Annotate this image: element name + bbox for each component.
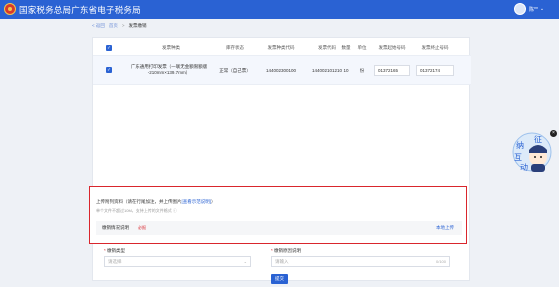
breadcrumb-separator: > bbox=[121, 23, 125, 28]
col-invoice-kind: 发票种类 bbox=[162, 45, 180, 50]
char-counter: 0/100 bbox=[435, 259, 446, 264]
col-start-no: 发票起始号码 bbox=[378, 45, 406, 50]
col-unit: 单位 bbox=[357, 45, 367, 50]
assistant-char-2: 纳 bbox=[516, 140, 524, 150]
col-end-no: 发票终止号码 bbox=[421, 45, 449, 50]
upload-title-suffix: ） bbox=[211, 199, 216, 204]
upload-hint: 单个文件不超过10M，支持上传的文件格式 ⓘ bbox=[96, 208, 177, 214]
assistant-char-4: 动 bbox=[520, 162, 528, 172]
upload-attachments-section: 上传附列资料（请在行尾加注，并上传图片[查看示范说明]） 单个文件不超过10M，… bbox=[89, 186, 467, 244]
tax-assistant-widget[interactable]: 征 纳 互 动 bbox=[510, 130, 554, 174]
cancel-reason-label: * 缴销原因说明 bbox=[271, 248, 301, 254]
quantity: 10 bbox=[343, 68, 349, 73]
invoice-cancel-card: ✓ 发票种类 库存状态 发票种类代码 发票代码 数量 单位 发票起始号码 发票终… bbox=[92, 37, 471, 281]
required-mark: * bbox=[271, 248, 273, 253]
col-stock-status: 库存状态 bbox=[226, 45, 244, 50]
tax-emblem-icon bbox=[4, 3, 16, 15]
upload-title: 上传附列资料（请在行尾加注，并上传图片[查看示范说明]） bbox=[96, 199, 216, 205]
user-avatar-icon[interactable] bbox=[514, 3, 526, 15]
local-upload-button[interactable]: 本地上传 bbox=[436, 225, 454, 231]
end-number-input[interactable]: 01372174 bbox=[416, 65, 454, 76]
example-link[interactable]: [查看示范说明] bbox=[182, 199, 212, 204]
select-all-checkbox[interactable]: ✓ bbox=[106, 45, 112, 51]
table-header: ✓ 发票种类 库存状态 发票种类代码 发票代码 数量 单位 发票起始号码 发票终… bbox=[93, 41, 471, 55]
breadcrumb: < 返回 首页 > 发票缴销 bbox=[92, 23, 147, 29]
cancel-reason-placeholder: 请输入 bbox=[275, 259, 289, 264]
row-checkbox[interactable]: ✓ bbox=[106, 67, 112, 73]
cancel-reason-input[interactable]: 请输入 0/100 bbox=[271, 256, 450, 267]
user-name[interactable]: 陈** bbox=[529, 6, 538, 13]
assistant-mascot-icon[interactable]: 征 纳 互 动 bbox=[510, 130, 554, 174]
required-mark: * bbox=[104, 248, 106, 253]
invoice-kind-line2: -210mm×139.7mm） bbox=[147, 70, 191, 75]
cancel-reason-label-text: 缴销原因说明 bbox=[274, 248, 302, 253]
submit-button[interactable]: 提交 bbox=[271, 274, 288, 284]
back-link[interactable]: < 返回 bbox=[92, 23, 105, 29]
upload-title-text: 上传附列资料（请在行尾加注，并上传图片 bbox=[96, 199, 182, 204]
kind-code: 144002300100 bbox=[265, 68, 297, 73]
col-quantity: 数量 bbox=[341, 45, 351, 50]
breadcrumb-home[interactable]: 首页 bbox=[109, 23, 118, 29]
stock-status: 正常（自己票） bbox=[219, 68, 251, 73]
cancel-type-label-text: 缴销类型 bbox=[107, 248, 126, 253]
start-number-input[interactable]: 01372165 bbox=[374, 65, 410, 76]
breadcrumb-current: 发票缴销 bbox=[128, 23, 147, 28]
col-kind-code: 发票种类代码 bbox=[267, 45, 295, 50]
cancel-type-label: * 缴销类型 bbox=[104, 248, 125, 254]
app-title: 国家税务总局广东省电子税务局 bbox=[19, 5, 141, 15]
cancel-type-placeholder: 请选择 bbox=[108, 259, 122, 264]
upload-hint-text: 单个文件不超过10M，支持上传的文件格式 bbox=[96, 208, 172, 213]
chevron-down-icon[interactable]: ⌄ bbox=[244, 257, 247, 266]
unit: 份 bbox=[359, 68, 365, 73]
top-bar: 国家税务总局广东省电子税务局 陈** ⌄ bbox=[0, 0, 559, 19]
cancel-type-select[interactable]: 请选择 ⌄ bbox=[104, 256, 251, 267]
table-row[interactable]: ✓ 广东通用打印发票（一联无金额限额版 -210mm×139.7mm） 正常（自… bbox=[93, 55, 471, 85]
upload-row: 缴销情况说明 必报 本地上传 bbox=[96, 221, 462, 235]
assistant-char-1: 征 bbox=[534, 134, 542, 144]
assistant-char-3: 互 bbox=[514, 153, 522, 162]
upload-row-label: 缴销情况说明 bbox=[102, 225, 129, 230]
required-tag: 必报 bbox=[138, 225, 146, 230]
close-icon[interactable]: × bbox=[550, 130, 557, 137]
user-menu[interactable]: 陈** ⌄ bbox=[514, 3, 544, 15]
info-icon[interactable]: ⓘ bbox=[173, 208, 177, 213]
chevron-down-icon[interactable]: ⌄ bbox=[540, 6, 544, 12]
